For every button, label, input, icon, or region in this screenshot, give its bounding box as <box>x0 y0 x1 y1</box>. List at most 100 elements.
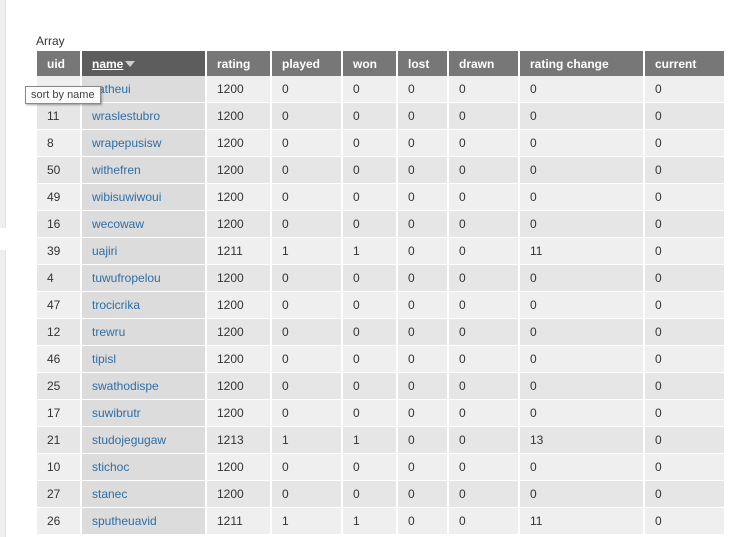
cell-played: 0 <box>272 454 343 481</box>
cell-uid: 47 <box>37 292 82 319</box>
table-row: 50 withefren 1200 0 0 0 0 0 0 <box>37 157 726 184</box>
cell-rating: 1211 <box>207 508 272 535</box>
cell-lost: 0 <box>398 319 449 346</box>
column-header-name[interactable]: name <box>82 51 207 76</box>
cell-played: 0 <box>272 130 343 157</box>
cell-uid: 11 <box>37 103 82 130</box>
column-header-played[interactable]: played <box>272 51 343 76</box>
cell-lost: 0 <box>398 184 449 211</box>
player-name-link[interactable]: wibisuwiwoui <box>92 190 161 204</box>
cell-drawn: 0 <box>449 508 520 535</box>
table-row: satheui 1200 0 0 0 0 0 0 <box>37 76 726 103</box>
cell-drawn: 0 <box>449 292 520 319</box>
cell-current: 0 <box>645 346 726 373</box>
table-row: 25 swathodispe 1200 0 0 0 0 0 0 <box>37 373 726 400</box>
cell-name: stanec <box>82 481 207 508</box>
cell-name: suwibrutr <box>82 400 207 427</box>
cell-rating-change: 0 <box>520 157 645 184</box>
cell-drawn: 0 <box>449 238 520 265</box>
cell-played: 0 <box>272 292 343 319</box>
table-row: 11 wraslestubro 1200 0 0 0 0 0 0 <box>37 103 726 130</box>
cell-rating: 1200 <box>207 130 272 157</box>
cell-drawn: 0 <box>449 76 520 103</box>
table-row: 26 sputheuavid 1211 1 1 0 0 11 0 <box>37 508 726 535</box>
table-row: 39 uajiri 1211 1 1 0 0 11 0 <box>37 238 726 265</box>
cell-name: swathodispe <box>82 373 207 400</box>
cell-played: 0 <box>272 184 343 211</box>
cell-uid: 21 <box>37 427 82 454</box>
cell-current: 0 <box>645 292 726 319</box>
cell-current: 0 <box>645 238 726 265</box>
cell-name: trewru <box>82 319 207 346</box>
cell-name: tuwufropelou <box>82 265 207 292</box>
player-name-link[interactable]: tuwufropelou <box>92 271 161 285</box>
cell-lost: 0 <box>398 157 449 184</box>
cell-current: 0 <box>645 373 726 400</box>
cell-played: 1 <box>272 238 343 265</box>
cell-won: 0 <box>343 319 398 346</box>
player-name-link[interactable]: trewru <box>92 325 125 339</box>
cell-current: 0 <box>645 454 726 481</box>
column-header-current[interactable]: current <box>645 51 726 76</box>
cell-uid: 10 <box>37 454 82 481</box>
column-header-rating-change[interactable]: rating change <box>520 51 645 76</box>
table-row: 8 wrapepusisw 1200 0 0 0 0 0 0 <box>37 130 726 157</box>
player-name-link[interactable]: tipisl <box>92 352 116 366</box>
cell-rating-change: 0 <box>520 211 645 238</box>
cell-name: satheui <box>82 76 207 103</box>
player-name-link[interactable]: swathodispe <box>92 379 159 393</box>
cell-played: 0 <box>272 481 343 508</box>
column-header-uid[interactable]: uid <box>37 51 82 76</box>
cell-played: 0 <box>272 211 343 238</box>
cell-name: tipisl <box>82 346 207 373</box>
player-name-link[interactable]: uajiri <box>92 244 117 258</box>
cell-rating: 1200 <box>207 76 272 103</box>
left-panel-edge <box>0 250 6 537</box>
cell-lost: 0 <box>398 211 449 238</box>
column-header-rating[interactable]: rating <box>207 51 272 76</box>
table-row: 21 studojegugaw 1213 1 1 0 0 13 0 <box>37 427 726 454</box>
cell-won: 0 <box>343 346 398 373</box>
cell-name: uajiri <box>82 238 207 265</box>
cell-current: 0 <box>645 427 726 454</box>
column-header-lost[interactable]: lost <box>398 51 449 76</box>
table-row: 27 stanec 1200 0 0 0 0 0 0 <box>37 481 726 508</box>
left-panel-edge <box>0 0 6 228</box>
cell-lost: 0 <box>398 454 449 481</box>
cell-lost: 0 <box>398 103 449 130</box>
cell-played: 0 <box>272 76 343 103</box>
cell-current: 0 <box>645 508 726 535</box>
cell-uid: 50 <box>37 157 82 184</box>
player-name-link[interactable]: sputheuavid <box>92 514 157 528</box>
table-row: 17 suwibrutr 1200 0 0 0 0 0 0 <box>37 400 726 427</box>
player-name-link[interactable]: wraslestubro <box>92 109 160 123</box>
sort-tooltip: sort by name <box>25 86 101 104</box>
column-header-won[interactable]: won <box>343 51 398 76</box>
column-header-drawn[interactable]: drawn <box>449 51 520 76</box>
player-name-link[interactable]: studojegugaw <box>92 433 166 447</box>
cell-rating-change: 11 <box>520 238 645 265</box>
cell-current: 0 <box>645 157 726 184</box>
cell-won: 1 <box>343 427 398 454</box>
player-name-link[interactable]: trocicrika <box>92 298 140 312</box>
cell-uid: 26 <box>37 508 82 535</box>
table-header-row: uid name rating played won lost drawn ra… <box>37 51 726 76</box>
cell-rating-change: 0 <box>520 103 645 130</box>
player-name-link[interactable]: withefren <box>92 163 141 177</box>
cell-rating-change: 13 <box>520 427 645 454</box>
player-name-link[interactable]: suwibrutr <box>92 406 141 420</box>
player-name-link[interactable]: wecowaw <box>92 217 144 231</box>
player-name-link[interactable]: stanec <box>92 487 127 501</box>
cell-rating: 1200 <box>207 481 272 508</box>
cell-rating-change: 0 <box>520 454 645 481</box>
cell-lost: 0 <box>398 400 449 427</box>
cell-drawn: 0 <box>449 103 520 130</box>
cell-uid: 39 <box>37 238 82 265</box>
player-name-link[interactable]: wrapepusisw <box>92 136 161 150</box>
cell-lost: 0 <box>398 238 449 265</box>
player-name-link[interactable]: stichoc <box>92 460 129 474</box>
sort-by-name-link[interactable]: name <box>92 57 123 71</box>
cell-played: 0 <box>272 157 343 184</box>
cell-uid: 46 <box>37 346 82 373</box>
cell-won: 1 <box>343 508 398 535</box>
